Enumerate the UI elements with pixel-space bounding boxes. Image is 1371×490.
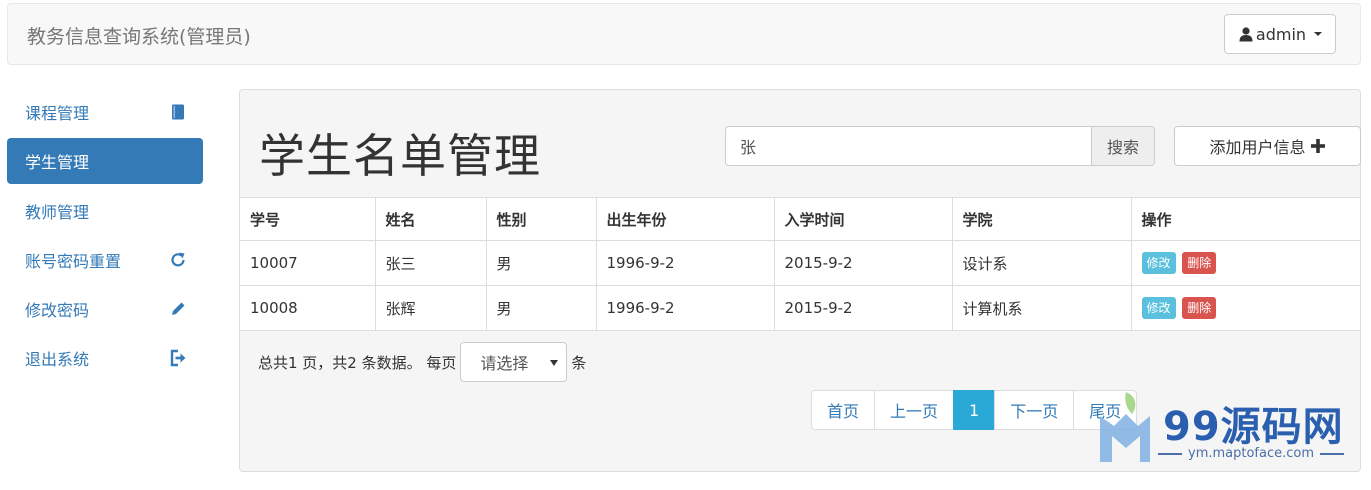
plus-icon [1310,139,1325,153]
table-cell: 2015-9-2 [773,240,953,286]
table-cell: 1996-9-2 [595,285,775,331]
table-cell: 2015-9-2 [773,285,953,331]
delete-button[interactable]: 删除 [1182,297,1217,319]
table-actions-cell: 修改 删除 [1130,285,1360,331]
column-header: 操作 [1130,197,1360,241]
sidebar-item-label: 教师管理 [25,202,90,222]
table-cell: 设计系 [951,240,1132,286]
watermark-logo-mark [1100,392,1150,462]
table-header-row: 学号 姓名 性别 出生年份 入学时间 学院 操作 [240,197,1360,241]
table-cell: 10008 [240,285,376,331]
chevron-down-icon [1314,32,1323,36]
sidebar-item-logout[interactable]: 退出系统 [7,335,203,381]
sidebar-item-label: 学生管理 [25,153,90,173]
watermark-subtext: ym.maptoface.com [1158,446,1345,461]
edit-button[interactable]: 修改 [1141,252,1176,274]
logout-icon [170,350,186,367]
pager-prev[interactable]: 上一页 [874,390,955,430]
student-table: 学号 姓名 性别 出生年份 入学时间 学院 操作 10007 张三 男 1996… [240,197,1360,331]
edit-button[interactable]: 修改 [1141,297,1176,319]
table-cell: 男 [485,240,597,286]
chevron-down-icon [550,360,559,366]
watermark-text: 99源码网 [1163,404,1344,450]
column-header[interactable]: 学院 [951,197,1132,241]
sidebar-item-change-password[interactable]: 修改密码 [7,286,203,332]
table-cell: 张辉 [374,285,487,331]
watermark-logo: 99源码网 ym.maptoface.com [1096,392,1356,472]
refresh-icon [171,252,185,267]
table-cell: 计算机系 [951,285,1132,331]
search-input[interactable]: 张 [725,126,1092,166]
column-header[interactable]: 学号 [240,197,376,241]
sidebar-item-label: 修改密码 [25,301,90,321]
column-header[interactable]: 姓名 [374,197,487,241]
page-size-select[interactable]: 请选择 [460,342,568,382]
user-name: admin [1255,24,1307,44]
sidebar-item-teacher[interactable]: 教师管理 [7,188,203,234]
pager-first[interactable]: 首页 [811,390,876,430]
delete-button[interactable]: 删除 [1182,252,1217,274]
search-button[interactable]: 搜索 [1091,126,1155,166]
sidebar-item-label: 账号密码重置 [25,251,122,271]
sidebar-item-label: 退出系统 [25,350,90,370]
book-icon [172,104,184,120]
table-actions-cell: 修改 删除 [1130,240,1360,286]
sidebar-item-course[interactable]: 课程管理 [7,89,203,135]
app-title[interactable]: 教务信息查询系统(管理员) [27,22,251,49]
table-row: 10008 张辉 男 1996-9-2 2015-9-2 计算机系 修改 删除 [240,285,1360,331]
add-user-label: 添加用户信息 [1209,138,1306,157]
pagination-summary: 总共1 页，共2 条数据。 每页 [258,353,457,372]
sidebar-item-label: 课程管理 [25,104,90,123]
table-cell: 1996-9-2 [595,240,775,286]
user-menu-button[interactable]: admin [1224,14,1336,54]
search-input-value: 张 [740,138,757,157]
pager-next[interactable]: 下一页 [994,390,1075,430]
pagination-info: 总共1 页，共2 条数据。 每页 请选择 条 [258,342,586,382]
pager-current[interactable]: 1 [953,390,996,430]
pencil-icon [172,302,185,316]
sidebar-item-password-reset[interactable]: 账号密码重置 [7,237,203,283]
column-header[interactable]: 出生年份 [595,197,775,241]
sidebar-item-student[interactable]: 学生管理 [7,138,203,185]
top-navbar: 教务信息查询系统(管理员) admin [7,3,1361,65]
table-cell: 10007 [240,240,376,286]
column-header[interactable]: 性别 [485,197,597,241]
table-row: 10007 张三 男 1996-9-2 2015-9-2 设计系 修改 删除 [240,240,1360,286]
pager: 首页 上一页 1 下一页 尾页 [811,390,1138,430]
page-title: 学生名单管理 [259,129,541,183]
add-user-button[interactable]: 添加用户信息 [1174,126,1361,166]
column-header[interactable]: 入学时间 [773,197,953,241]
table-cell: 张三 [374,240,487,286]
pagination-suffix: 条 [571,353,587,372]
page-size-select-value: 请选择 [480,354,529,373]
user-icon [1239,27,1253,42]
sidebar: 课程管理 学生管理 教师管理 账号密码重置 修改密码 退出系统 [7,89,203,385]
table-cell: 男 [485,285,597,331]
